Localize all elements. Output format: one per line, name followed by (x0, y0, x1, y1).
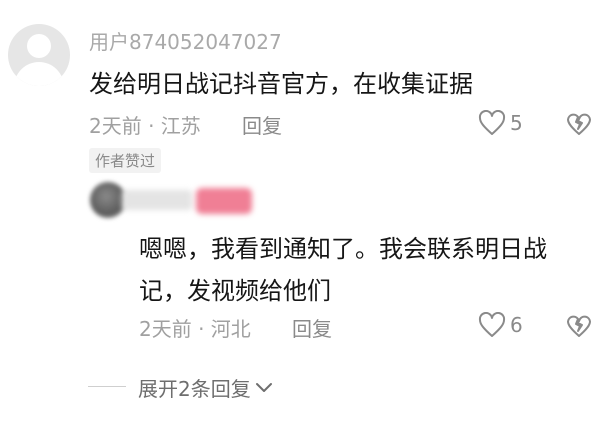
author-liked-badge: 作者赞过 (89, 148, 162, 173)
reply-text-line1: 嗯嗯，我看到通知了。我会联系明日战 (139, 235, 547, 263)
reply-like-button[interactable]: 6 (478, 312, 523, 338)
redacted-username (122, 190, 192, 210)
reply-like-count: 6 (510, 313, 523, 337)
like-button[interactable]: 5 (478, 110, 523, 136)
broken-heart-icon (567, 113, 591, 135)
redacted-username-tag (196, 188, 252, 214)
reply-meta: 2天前 · 河北 (139, 317, 251, 341)
reply-user-avatar[interactable] (90, 182, 126, 218)
reply-reply-button[interactable]: 回复 (292, 313, 332, 342)
expand-replies-label: 展开2条回复 (138, 377, 251, 401)
expand-divider (88, 386, 126, 387)
dislike-button[interactable] (566, 112, 592, 140)
reply-dislike-button[interactable] (566, 314, 592, 342)
avatar-body-shape (14, 62, 64, 86)
chevron-down-icon (255, 382, 272, 392)
comment-thread: 用户874052047027 发给明日战记抖音官方，在收集证据 2天前 · 江苏… (0, 0, 611, 422)
avatar-head-shape (27, 34, 51, 58)
reply-text: 嗯嗯，我看到通知了。我会联系明日战 记，发视频给他们 (139, 228, 569, 312)
reply-text-line2: 记，发视频给他们 (139, 277, 331, 305)
comment-meta: 2天前 · 江苏 (89, 114, 201, 138)
user-avatar[interactable] (8, 24, 70, 86)
expand-replies-button[interactable]: 展开2条回复 (138, 373, 273, 402)
reply-button[interactable]: 回复 (242, 110, 282, 139)
broken-heart-icon (567, 315, 591, 337)
comment-text: 发给明日战记抖音官方，在收集证据 (89, 70, 473, 98)
heart-icon (478, 312, 506, 337)
heart-icon (478, 110, 506, 135)
comment-username[interactable]: 用户874052047027 (89, 26, 282, 55)
like-count: 5 (510, 111, 523, 135)
